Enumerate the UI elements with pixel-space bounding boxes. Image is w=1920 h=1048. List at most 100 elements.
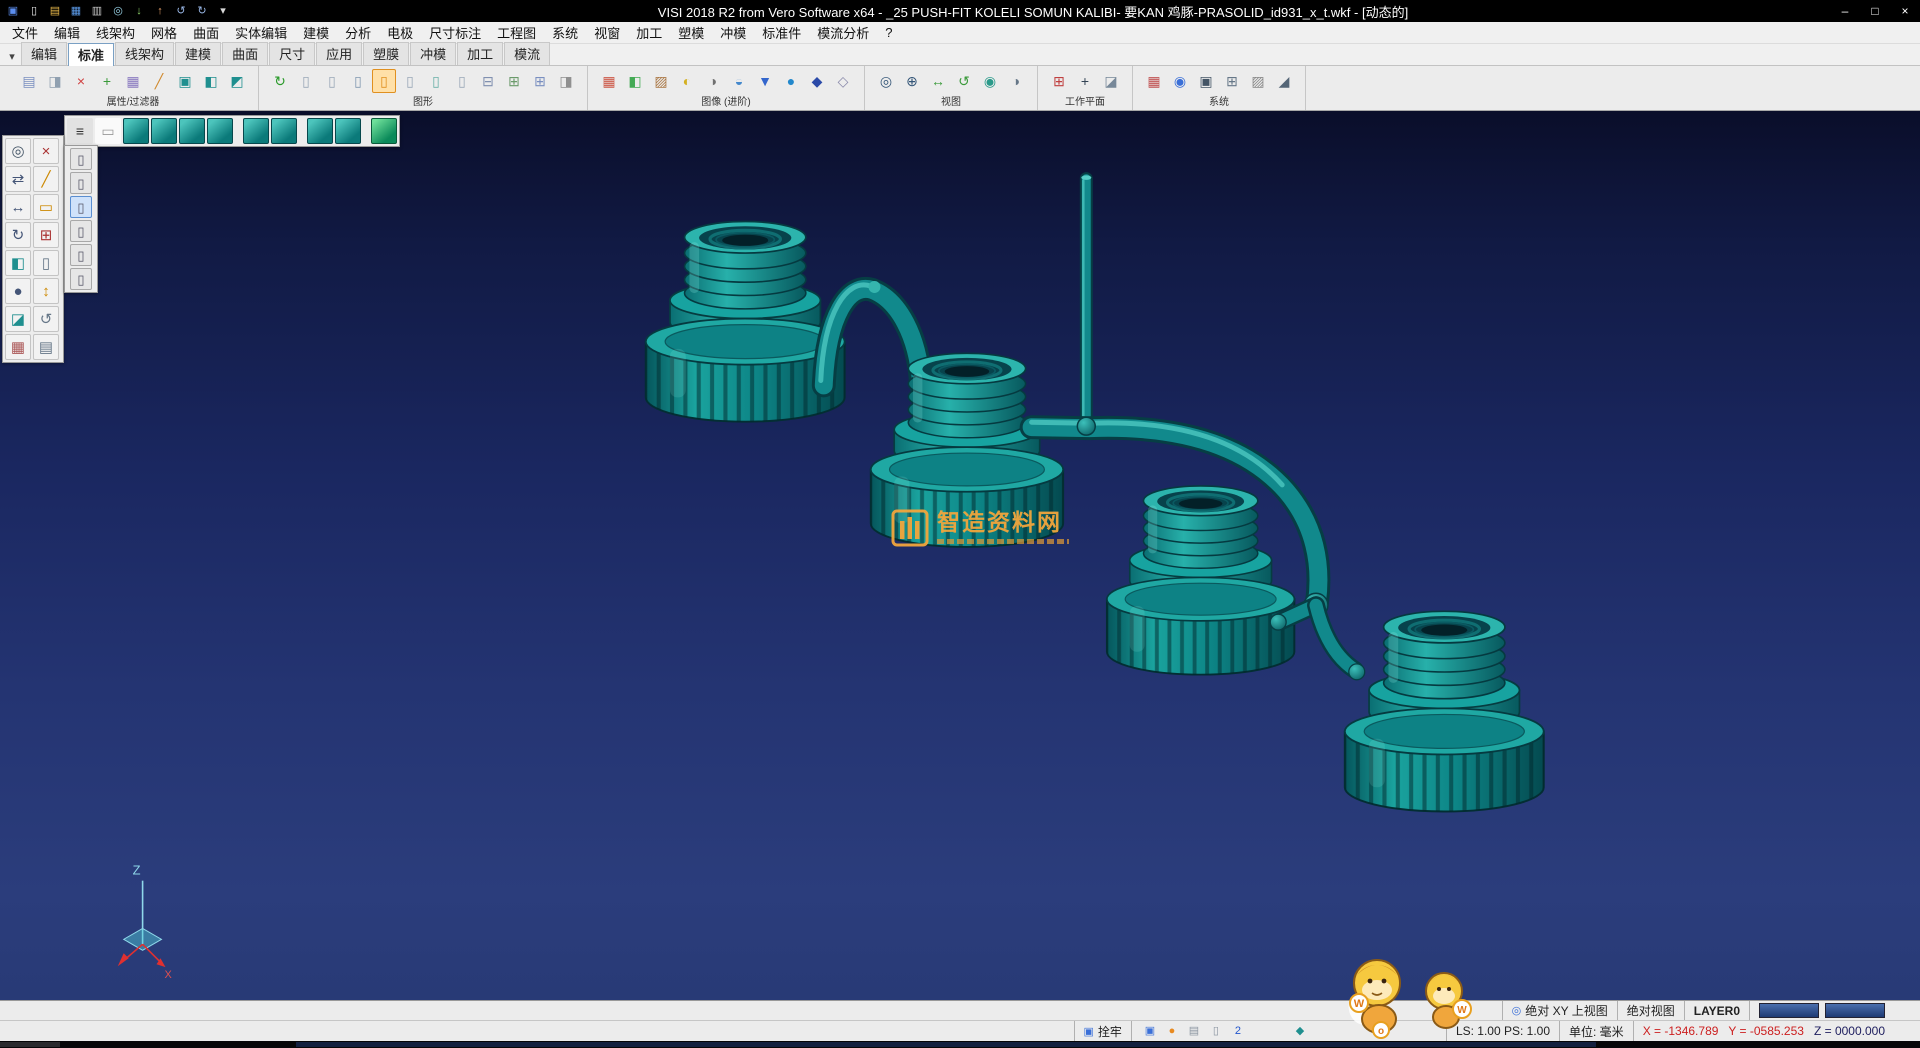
maximize-button[interactable]: □ bbox=[1860, 0, 1890, 22]
model-runner-a[interactable] bbox=[821, 281, 921, 385]
view-axon-icon[interactable] bbox=[335, 118, 361, 144]
grid-shade-icon[interactable]: ⊞ bbox=[502, 69, 526, 93]
menu-系统[interactable]: 系统 bbox=[544, 23, 586, 42]
analysis-mode-icon[interactable]: ▯ bbox=[450, 69, 474, 93]
workplane-xy-icon[interactable]: ⊞ bbox=[1047, 69, 1071, 93]
menu-分析[interactable]: 分析 bbox=[337, 23, 379, 42]
measure-icon[interactable]: ▭ bbox=[33, 194, 59, 220]
lighting-icon[interactable]: ◐ bbox=[675, 69, 699, 93]
pick-filter-point-icon[interactable]: ▯ bbox=[70, 244, 92, 266]
tab-标准[interactable]: 标准 bbox=[68, 43, 114, 66]
menu-尺寸标注[interactable]: 尺寸标注 bbox=[421, 23, 489, 42]
menu-模流分析[interactable]: 模流分析 bbox=[809, 23, 877, 42]
doc-status-icon[interactable]: ▯ bbox=[1207, 1023, 1225, 1040]
point-icon[interactable]: ● bbox=[5, 278, 31, 304]
view-iso-icon[interactable] bbox=[123, 118, 149, 144]
camera-view-icon[interactable]: ◑ bbox=[1004, 69, 1028, 93]
menu-网格[interactable]: 网格 bbox=[143, 23, 185, 42]
open-file-icon[interactable]: ▤ bbox=[46, 2, 64, 20]
pick-filter-face-icon[interactable]: ▯ bbox=[70, 172, 92, 194]
minimize-button[interactable]: – bbox=[1830, 0, 1860, 22]
model-3d-canvas[interactable]: Z X bbox=[0, 111, 1920, 1000]
offset-icon[interactable]: ◧ bbox=[5, 250, 31, 276]
tab-建模[interactable]: 建模 bbox=[175, 42, 221, 65]
slope-analysis-icon[interactable]: ◢ bbox=[1272, 69, 1296, 93]
rotate-tool-icon[interactable]: ↻ bbox=[5, 222, 31, 248]
attribute-paint-icon[interactable]: ╱ bbox=[147, 69, 171, 93]
workplane-tool-icon[interactable]: ⊞ bbox=[33, 222, 59, 248]
model-sprue[interactable] bbox=[1081, 175, 1091, 427]
view-back-icon[interactable] bbox=[243, 118, 269, 144]
pick-filter-all-icon[interactable]: ▯ bbox=[70, 268, 92, 290]
textured-mode-icon[interactable]: ▯ bbox=[398, 69, 422, 93]
view-right-icon[interactable] bbox=[207, 118, 233, 144]
workplane-3d-icon[interactable]: ◪ bbox=[1099, 69, 1123, 93]
orient-view-icon[interactable]: ◉ bbox=[978, 69, 1002, 93]
pick-filter-solid-icon[interactable]: ▯ bbox=[70, 148, 92, 170]
material-edit-icon[interactable]: ◧ bbox=[623, 69, 647, 93]
tab-overflow-button[interactable]: ▾ bbox=[3, 50, 21, 65]
split-icon[interactable]: ◪ bbox=[5, 306, 31, 332]
quality-icon[interactable]: ● bbox=[779, 69, 803, 93]
dimension-icon[interactable]: ↕ bbox=[33, 278, 59, 304]
attribute-editor-icon[interactable]: ▤ bbox=[17, 69, 41, 93]
menu-曲面[interactable]: 曲面 bbox=[185, 23, 227, 42]
add-filter-icon[interactable]: + bbox=[95, 69, 119, 93]
sketch-icon[interactable]: ╱ bbox=[33, 166, 59, 192]
menu-实体编辑[interactable]: 实体编辑 bbox=[227, 23, 295, 42]
menu-标准件[interactable]: 标准件 bbox=[754, 23, 809, 42]
shaded-mode-icon[interactable]: ▯ bbox=[372, 69, 396, 93]
multi-view-icon[interactable]: ⊞ bbox=[528, 69, 552, 93]
tab-线架构[interactable]: 线架构 bbox=[115, 42, 174, 65]
view-front-icon[interactable] bbox=[179, 118, 205, 144]
world-options-icon[interactable]: ◉ bbox=[1168, 69, 1192, 93]
units-cell[interactable]: 单位: 毫米 bbox=[1559, 1021, 1633, 1041]
plot-preview-icon[interactable]: ◎ bbox=[109, 2, 127, 20]
sphere-status-icon[interactable]: ● bbox=[1163, 1023, 1181, 1040]
tab-应用[interactable]: 应用 bbox=[316, 42, 362, 65]
mirror-icon[interactable]: ⇄ bbox=[5, 166, 31, 192]
app-logo-icon[interactable]: ▣ bbox=[4, 2, 22, 20]
export-icon[interactable]: ↑ bbox=[151, 2, 169, 20]
undo-tool-icon[interactable]: ↺ bbox=[33, 306, 59, 332]
delete-filter-icon[interactable]: × bbox=[69, 69, 93, 93]
section-mode-icon[interactable]: ⊟ bbox=[476, 69, 500, 93]
model-cap-4[interactable] bbox=[1345, 611, 1544, 811]
menu-建模[interactable]: 建模 bbox=[295, 23, 337, 42]
pan-view-icon[interactable]: ↔ bbox=[926, 69, 950, 93]
menu-工程图[interactable]: 工程图 bbox=[489, 23, 544, 42]
zoom-window-icon[interactable]: ◎ bbox=[874, 69, 898, 93]
layer-cell[interactable]: LAYER0 bbox=[1684, 1001, 1749, 1020]
view-blank-icon[interactable]: ▭ bbox=[95, 118, 121, 144]
viewport[interactable]: Z X ≡▭ ◎×⇄╱↔▭↻⊞◧▯●↕◪↺▦▤ ▯▯▯▯▯▯ 智 bbox=[0, 111, 1920, 1000]
menu-视窗[interactable]: 视窗 bbox=[586, 23, 628, 42]
view-left-icon[interactable] bbox=[271, 118, 297, 144]
menu-文件[interactable]: 文件 bbox=[4, 23, 46, 42]
model-cap-3[interactable] bbox=[1107, 486, 1295, 675]
menu-?[interactable]: ? bbox=[877, 25, 900, 40]
snapshot-icon[interactable]: ◨ bbox=[554, 69, 578, 93]
tab-尺寸[interactable]: 尺寸 bbox=[269, 42, 315, 65]
zoom-select-icon[interactable]: ◎ bbox=[5, 138, 31, 164]
rotate-view-icon[interactable]: ↺ bbox=[952, 69, 976, 93]
absolute-view-cell[interactable]: 绝对视图 bbox=[1617, 1001, 1684, 1020]
menu-加工[interactable]: 加工 bbox=[628, 23, 670, 42]
tab-曲面[interactable]: 曲面 bbox=[222, 42, 268, 65]
render-filter-icon[interactable]: ▼ bbox=[753, 69, 777, 93]
print-icon[interactable]: ▥ bbox=[88, 2, 106, 20]
shadow-icon[interactable]: ◑ bbox=[701, 69, 725, 93]
calculator-icon[interactable]: ⊞ bbox=[1220, 69, 1244, 93]
clipboard-icon[interactable]: ▤ bbox=[33, 334, 59, 360]
palette-icon[interactable]: ▦ bbox=[5, 334, 31, 360]
tab-编辑[interactable]: 编辑 bbox=[21, 42, 67, 65]
transparent-mode-icon[interactable]: ▯ bbox=[424, 69, 448, 93]
tab-塑膜[interactable]: 塑膜 bbox=[363, 42, 409, 65]
background-color-swatch[interactable] bbox=[1825, 1003, 1885, 1018]
texture-map-icon[interactable]: ▨ bbox=[649, 69, 673, 93]
menu-塑模[interactable]: 塑模 bbox=[670, 23, 712, 42]
raster-grid-icon[interactable]: ▨ bbox=[1246, 69, 1270, 93]
quick-access-dropdown-icon[interactable]: ▾ bbox=[214, 2, 232, 20]
import-icon[interactable]: ↓ bbox=[130, 2, 148, 20]
solid-filter-icon[interactable]: ▣ bbox=[173, 69, 197, 93]
translate-icon[interactable]: ↔ bbox=[5, 194, 31, 220]
